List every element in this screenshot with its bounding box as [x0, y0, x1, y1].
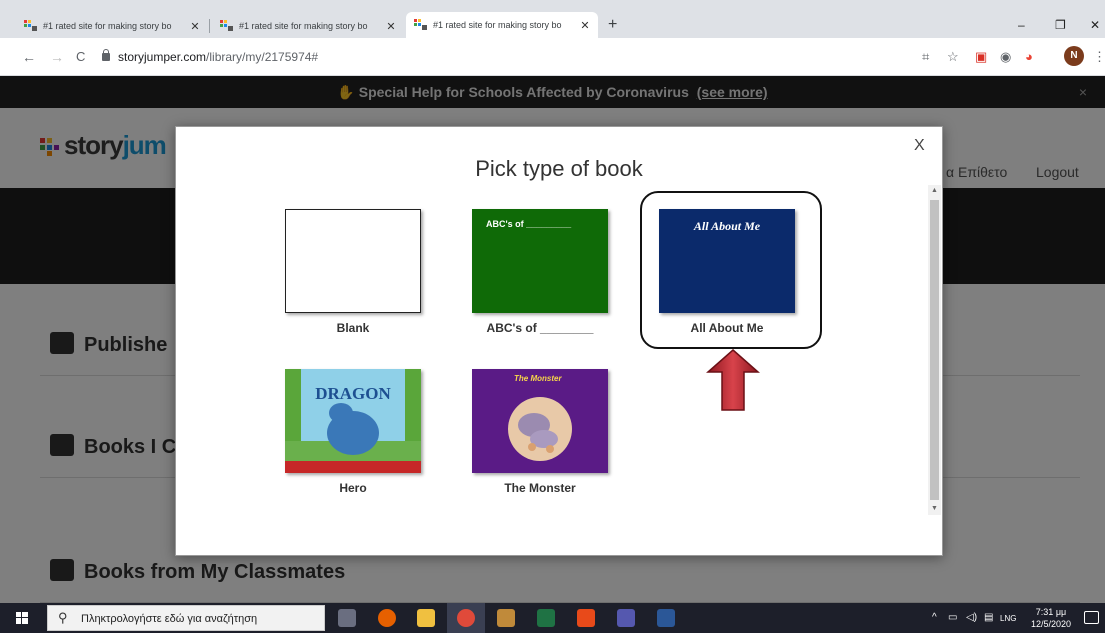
star-icon[interactable]: ☆ — [947, 49, 959, 65]
red-up-arrow-icon — [706, 349, 760, 411]
book-cover-hero[interactable]: DRAGON — [285, 369, 421, 473]
monster-illustration — [508, 397, 572, 461]
teams-icon[interactable] — [617, 609, 635, 627]
storyjumper-favicon-icon — [24, 20, 37, 31]
circle-extension-icon[interactable]: ◉ — [1000, 49, 1011, 65]
tab-title: #1 rated site for making story bo — [433, 20, 562, 30]
browser-tab-2[interactable]: #1 rated site for making story bo ✕ — [212, 14, 404, 38]
book-cover-abcs[interactable]: ABC's of _________ — [472, 209, 608, 313]
address-bar[interactable]: storyjumper.com/library/my/2175974# — [118, 50, 318, 64]
clock-date: 12/5/2020 — [1030, 619, 1072, 629]
browser-menu-icon[interactable]: ⋮ — [1093, 49, 1105, 65]
highlight-outline — [640, 191, 822, 349]
book-caption: Hero — [339, 481, 367, 495]
tab-close-icon[interactable]: ✕ — [188, 20, 202, 33]
scroll-down-icon[interactable]: ▼ — [931, 505, 938, 512]
notifications-icon[interactable] — [1084, 611, 1099, 624]
tab-title: #1 rated site for making story bo — [43, 21, 172, 31]
cover-text: ABC's of _________ — [486, 219, 572, 229]
package-icon[interactable] — [497, 609, 515, 627]
chrome-extension-icon[interactable]: ◕ — [1025, 49, 1033, 64]
maximize-button[interactable]: ❐ — [1055, 18, 1066, 32]
profile-avatar[interactable]: N — [1064, 46, 1084, 66]
book-option-the-monster[interactable]: The Monster The Monster — [470, 369, 610, 495]
cover-text: DRAGON — [315, 384, 391, 403]
forward-button[interactable]: → — [50, 49, 64, 65]
keyboard-icon[interactable]: ▤ — [984, 612, 993, 623]
firefox-icon[interactable] — [378, 609, 396, 627]
chrome-icon[interactable] — [457, 609, 475, 627]
book-option-hero[interactable]: DRAGON Hero — [283, 369, 423, 495]
file-explorer-icon[interactable] — [417, 609, 435, 627]
windows-start-icon[interactable] — [16, 612, 28, 624]
reload-button[interactable]: C — [76, 49, 85, 64]
book-option-blank[interactable]: Blank — [283, 209, 423, 335]
minimize-button[interactable]: – — [1018, 18, 1025, 32]
book-caption: ABC's of ________ — [486, 321, 594, 335]
lock-icon — [102, 49, 110, 61]
tab-close-icon[interactable]: ✕ — [578, 19, 592, 32]
modal-title: Pick type of book — [475, 156, 643, 181]
scrollbar-thumb[interactable] — [930, 200, 939, 500]
storyjumper-favicon-icon — [220, 20, 233, 31]
book-cover-the-monster[interactable]: The Monster — [472, 369, 608, 473]
modal-scrollbar[interactable]: ▲ ▼ — [928, 185, 941, 515]
scroll-up-icon[interactable]: ▲ — [931, 187, 938, 194]
tab-close-icon[interactable]: ✕ — [384, 20, 398, 33]
pick-book-type-modal: Pick type of book X ▲ ▼ Blank ABC's of _… — [175, 126, 943, 556]
office-icon[interactable] — [577, 609, 595, 627]
tray-chevron-icon[interactable]: ^ — [932, 612, 937, 623]
back-button[interactable]: ← — [22, 49, 36, 65]
windows-taskbar: ⚲ Πληκτρολογήστε εδώ για αναζήτηση ^ ▭ ◁… — [0, 603, 1105, 633]
book-caption: Blank — [336, 321, 370, 335]
pocket-icon[interactable]: ▣ — [975, 49, 987, 65]
hero-dragon-illustration: DRAGON — [285, 369, 421, 473]
volume-icon[interactable]: ◁) — [966, 612, 977, 623]
word-icon[interactable] — [657, 609, 675, 627]
browser-tabstrip: #1 rated site for making story bo ✕ #1 r… — [0, 0, 1105, 38]
task-view-icon[interactable] — [338, 609, 356, 627]
cover-text: The Monster — [514, 374, 562, 383]
browser-tab-3-active[interactable]: #1 rated site for making story bo ✕ — [406, 12, 598, 38]
tab-separator — [209, 19, 210, 33]
network-icon[interactable]: ▭ — [948, 612, 957, 623]
language-indicator[interactable]: LNG — [1000, 614, 1016, 623]
window-close-button[interactable]: ✕ — [1090, 18, 1100, 32]
taskbar-search-box[interactable]: ⚲ Πληκτρολογήστε εδώ για αναζήτηση — [47, 605, 325, 631]
book-option-abcs[interactable]: ABC's of _________ ABC's of ________ — [470, 209, 610, 335]
search-icon: ⚲ — [58, 610, 68, 625]
book-caption: The Monster — [504, 481, 576, 495]
excel-icon[interactable] — [537, 609, 555, 627]
browser-toolbar: ← → C storyjumper.com/library/my/2175974… — [0, 38, 1105, 76]
taskbar-clock[interactable]: 7:31 μμ 12/5/2020 — [1025, 606, 1077, 630]
storyjumper-favicon-icon — [414, 19, 427, 30]
url-host: storyjumper.com — [118, 50, 207, 64]
modal-close-button[interactable]: X — [914, 137, 925, 155]
browser-tab-1[interactable]: #1 rated site for making story bo ✕ — [16, 14, 208, 38]
clock-time: 7:31 μμ — [1035, 607, 1067, 617]
book-cover-blank[interactable] — [285, 209, 421, 313]
search-placeholder: Πληκτρολογήστε εδώ για αναζήτηση — [81, 613, 258, 625]
tab-title: #1 rated site for making story bo — [239, 21, 368, 31]
page-content: ✋ Special Help for Schools Affected by C… — [0, 76, 1105, 603]
new-tab-button[interactable]: + — [608, 16, 617, 34]
translate-icon[interactable]: ⌗ — [922, 49, 929, 65]
url-path: /library/my/2175974# — [206, 50, 319, 64]
